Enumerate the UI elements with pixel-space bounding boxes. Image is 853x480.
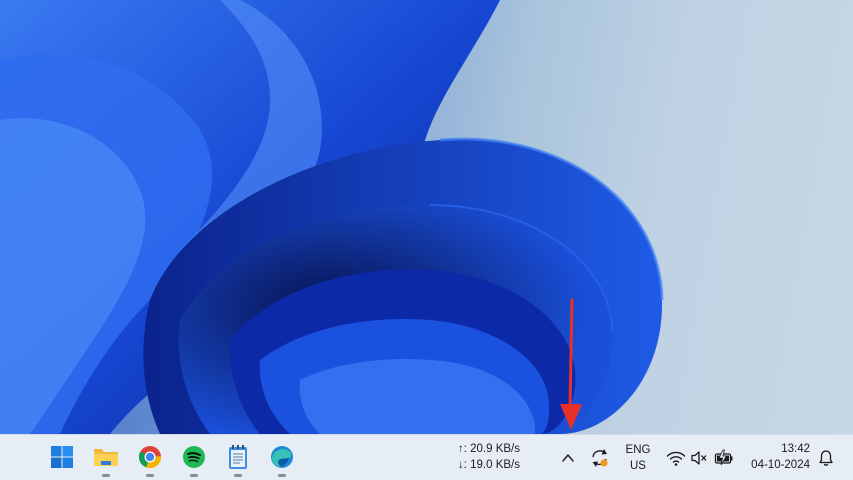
spotify-icon [183, 446, 205, 468]
file-explorer-button[interactable] [91, 442, 121, 477]
bell-icon[interactable] [818, 449, 834, 467]
sync-icon[interactable] [589, 447, 611, 469]
wallpaper-bloom [0, 0, 664, 434]
upload-speed: ↑: 20.9 KB/s [458, 443, 521, 455]
windows-logo-icon [51, 446, 73, 468]
annotation-arrow [560, 298, 582, 430]
start-button[interactable] [47, 442, 77, 472]
notepad-button[interactable] [223, 442, 253, 477]
running-indicator [234, 474, 242, 477]
spotify-button[interactable] [179, 442, 209, 477]
edge-icon [271, 446, 293, 468]
volume-muted-icon[interactable] [690, 449, 708, 467]
running-indicator [146, 474, 154, 477]
download-speed: ↓: 19.0 KB/s [458, 459, 521, 471]
battery-charging-icon[interactable] [714, 449, 734, 467]
network-speed-widget[interactable]: ↑: 20.9 KB/s ↓: 19.0 KB/s [458, 441, 538, 473]
wifi-icon[interactable] [666, 449, 686, 467]
running-indicator [278, 474, 286, 477]
language-indicator[interactable]: ENG US [622, 442, 654, 474]
chevron-up-icon[interactable] [561, 451, 575, 465]
taskbar-clock[interactable]: 13:42 04-10-2024 [742, 441, 810, 473]
chrome-button[interactable] [135, 442, 165, 477]
desktop-wallpaper [0, 0, 853, 434]
clock-date: 04-10-2024 [751, 459, 810, 471]
running-indicator [102, 474, 110, 477]
language-label: ENG [625, 444, 651, 456]
notepad-icon [229, 445, 247, 469]
chrome-icon [138, 446, 162, 469]
folder-icon [94, 449, 118, 466]
region-label: US [630, 460, 646, 472]
clock-time: 13:42 [781, 443, 810, 455]
edge-button[interactable] [267, 442, 297, 477]
running-indicator [190, 474, 198, 477]
